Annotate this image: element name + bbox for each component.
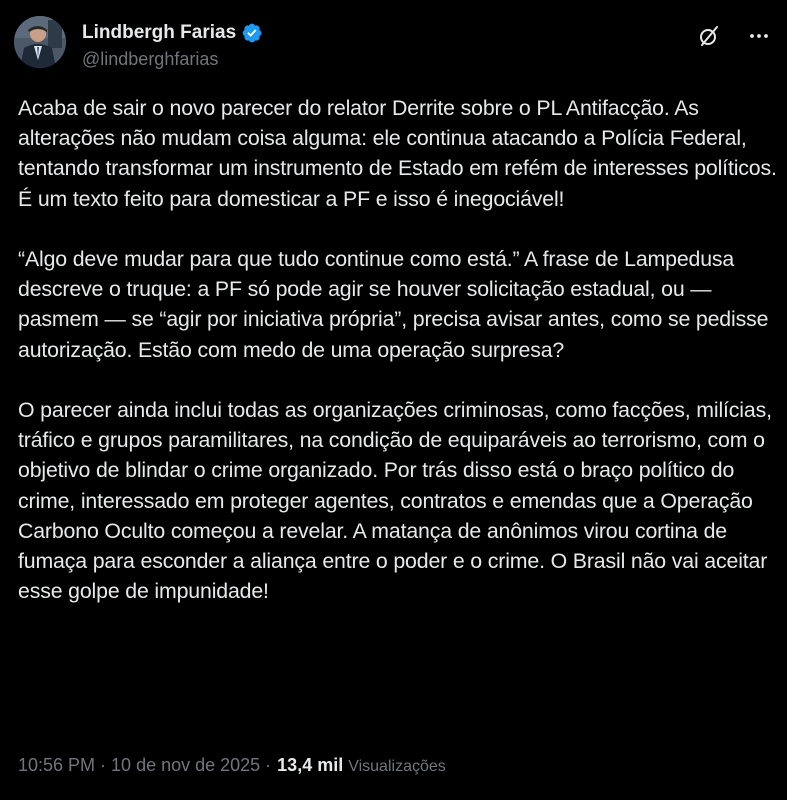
tweet-paragraph: “Algo deve mudar para que tudo continue … (18, 247, 769, 362)
views-label: Visualizações (348, 758, 446, 775)
author-name-row[interactable]: Lindbergh Farias (82, 20, 263, 46)
verified-badge-icon[interactable] (241, 22, 263, 44)
avatar-image (14, 16, 66, 68)
avatar[interactable] (14, 16, 66, 68)
author-handle[interactable]: @lindberghfarias (82, 49, 218, 70)
grok-slash-circle-icon[interactable] (695, 22, 723, 50)
header-actions (695, 22, 773, 50)
tweet-text: Acaba de sair o novo parecer do relator … (18, 93, 778, 606)
tweet-meta: 10:56 PM · 10 de nov de 2025 · 13,4 mil … (18, 755, 446, 776)
tweet-paragraph: O parecer ainda inclui todas as organiza… (18, 398, 772, 604)
more-dots-icon[interactable] (745, 22, 773, 50)
timestamp-link[interactable]: 10:56 PM · 10 de nov de 2025 · (18, 755, 271, 776)
author-display-name[interactable]: Lindbergh Farias (82, 22, 236, 44)
views-count: 13,4 mil (277, 755, 344, 775)
tweet-paragraph: Acaba de sair o novo parecer do relator … (18, 96, 777, 211)
tweet-detail: Lindbergh Farias @lindberghfarias Acaba … (0, 0, 787, 800)
